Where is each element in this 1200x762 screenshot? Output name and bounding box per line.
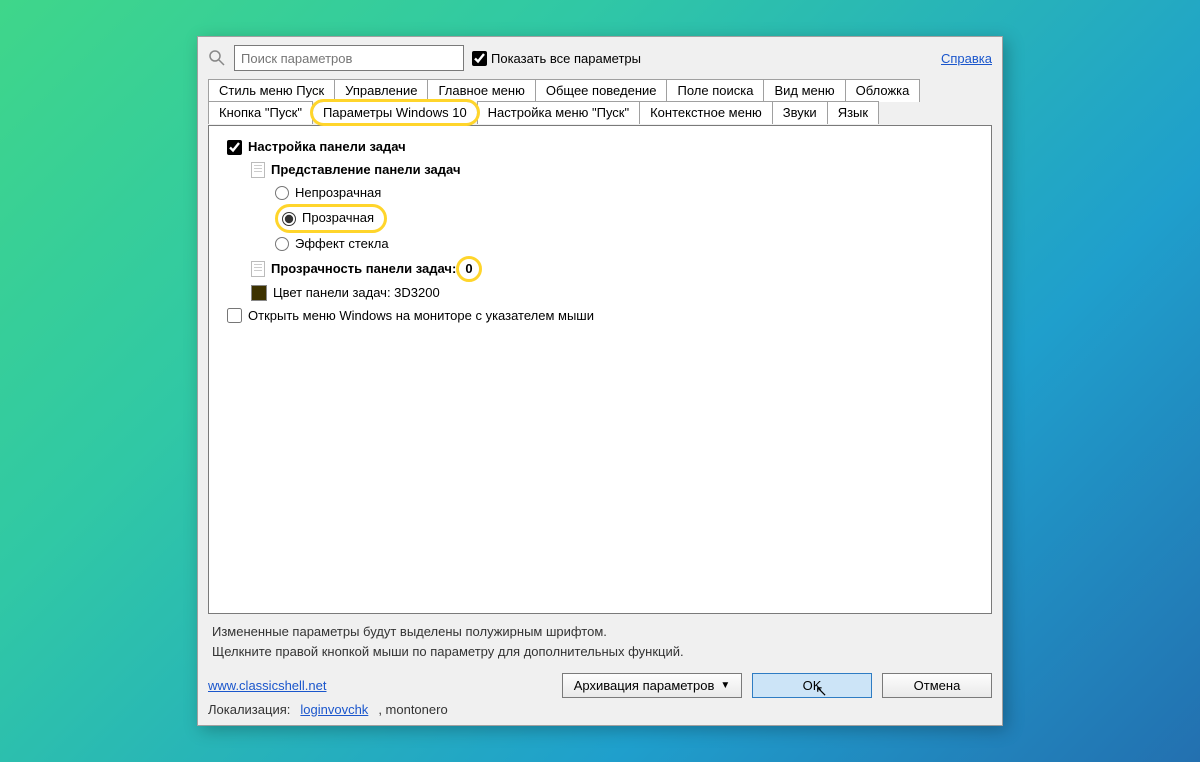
taskbar-view-label: Представление панели задач: [271, 159, 461, 182]
tab-context-menu[interactable]: Контекстное меню: [639, 101, 773, 124]
taskbar-view-group: Представление панели задач: [227, 159, 981, 182]
taskbar-opacity-value: 0: [456, 256, 482, 282]
hint-line1: Измененные параметры будут выделены полу…: [212, 622, 988, 642]
help-link[interactable]: Справка: [941, 51, 992, 66]
tab-menu-look[interactable]: Вид меню: [763, 79, 845, 102]
tab-controls[interactable]: Управление: [334, 79, 428, 102]
tab-general-behavior[interactable]: Общее поведение: [535, 79, 668, 102]
cancel-button[interactable]: Отмена: [882, 673, 992, 698]
tab-sounds[interactable]: Звуки: [772, 101, 828, 124]
top-row: Показать все параметры Справка: [208, 45, 992, 71]
localization-author-link[interactable]: loginvovchk: [300, 702, 368, 717]
tab-customize-start[interactable]: Настройка меню "Пуск": [477, 101, 640, 124]
tab-main-menu[interactable]: Главное меню: [427, 79, 535, 102]
ok-button[interactable]: OK ↖: [752, 673, 872, 698]
tab-search-box[interactable]: Поле поиска: [666, 79, 764, 102]
show-all-label: Показать все параметры: [491, 51, 641, 66]
tab-skin[interactable]: Обложка: [845, 79, 921, 102]
settings-content: Настройка панели задач Представление пан…: [208, 125, 992, 614]
localization-author2: , montonero: [378, 702, 447, 717]
hint-line2: Щелкните правой кнопкой мыши по параметр…: [212, 642, 988, 662]
radio-transparent-label: Прозрачная: [302, 207, 374, 230]
document-icon: [251, 162, 265, 178]
tab-startmenu-style[interactable]: Стиль меню Пуск: [208, 79, 335, 102]
radio-transparent-row: Прозрачная: [227, 204, 981, 233]
open-on-monitor-checkbox[interactable]: Открыть меню Windows на мониторе с указа…: [227, 305, 981, 328]
color-swatch-icon: [251, 285, 267, 301]
cancel-button-label: Отмена: [914, 678, 961, 693]
taskbar-color[interactable]: Цвет панели задач: 3D3200: [227, 282, 981, 305]
taskbar-setup-label: Настройка панели задач: [248, 136, 406, 159]
taskbar-opacity[interactable]: Прозрачность панели задач: 0: [227, 256, 981, 282]
show-all-checkbox[interactable]: Показать все параметры: [472, 51, 641, 66]
tabs-row2: Кнопка "Пуск" Параметры Windows 10 Настр…: [208, 101, 992, 123]
chevron-down-icon: ▼: [720, 680, 730, 691]
radio-opaque[interactable]: Непрозрачная: [227, 182, 981, 205]
backup-button-label: Архивация параметров: [574, 678, 715, 693]
taskbar-opacity-label: Прозрачность панели задач: 0: [271, 256, 482, 282]
site-link[interactable]: www.classicshell.net: [208, 678, 327, 693]
taskbar-setup-checkbox[interactable]: Настройка панели задач: [227, 136, 981, 159]
settings-dialog: Показать все параметры Справка Стиль мен…: [197, 36, 1003, 726]
tab-windows10-settings[interactable]: Параметры Windows 10: [312, 101, 478, 124]
ok-button-label: OK: [803, 678, 822, 693]
search-input[interactable]: [234, 45, 464, 71]
tab-language[interactable]: Язык: [827, 101, 879, 124]
radio-opaque-label: Непрозрачная: [295, 182, 381, 205]
taskbar-color-label: Цвет панели задач: 3D3200: [273, 282, 440, 305]
radio-transparent[interactable]: Прозрачная: [275, 204, 387, 233]
document-icon: [251, 261, 265, 277]
radio-glass-label: Эффект стекла: [295, 233, 389, 256]
tab-start-button[interactable]: Кнопка "Пуск": [208, 101, 313, 124]
tabs-row1: Стиль меню Пуск Управление Главное меню …: [208, 79, 992, 101]
open-on-monitor-label: Открыть меню Windows на мониторе с указа…: [248, 305, 594, 328]
localization-label: Локализация:: [208, 702, 290, 717]
search-icon: [208, 49, 226, 67]
radio-glass[interactable]: Эффект стекла: [227, 233, 981, 256]
hint-text: Измененные параметры будут выделены полу…: [208, 614, 992, 665]
dialog-footer: www.classicshell.net Архивация параметро…: [208, 665, 992, 717]
backup-button[interactable]: Архивация параметров ▼: [562, 673, 742, 698]
